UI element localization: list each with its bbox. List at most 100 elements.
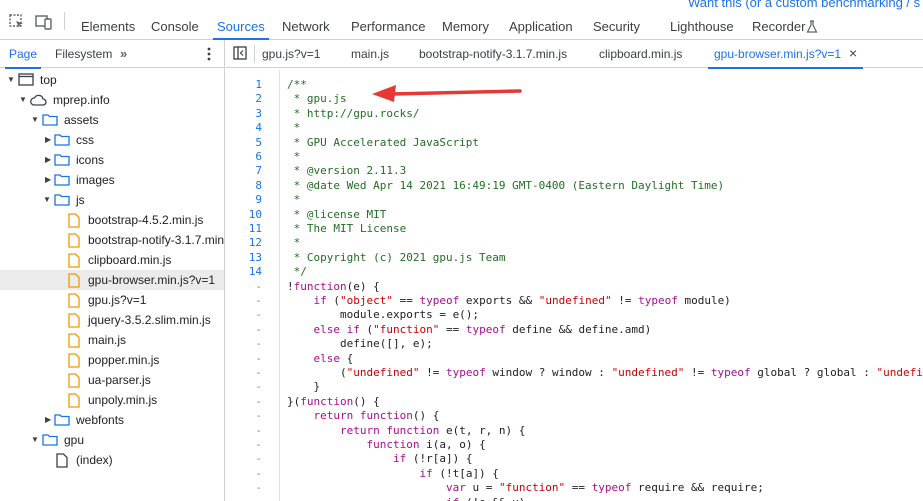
tree-item-file[interactable]: gpu.js?v=1 bbox=[0, 290, 224, 310]
line-number[interactable]: - bbox=[255, 280, 262, 294]
expand-triangle-icon[interactable]: ▼ bbox=[7, 70, 17, 90]
line-number[interactable]: 11 bbox=[249, 222, 262, 236]
line-number[interactable]: - bbox=[255, 452, 262, 466]
line-number[interactable]: - bbox=[255, 366, 262, 380]
tab-application[interactable]: Application bbox=[509, 0, 573, 40]
line-number[interactable]: - bbox=[255, 308, 262, 322]
line-number[interactable]: 6 bbox=[255, 150, 262, 164]
line-number[interactable]: 9 bbox=[255, 193, 262, 207]
code-token: /** bbox=[287, 78, 307, 91]
line-number[interactable]: 5 bbox=[255, 136, 262, 150]
code-token: }( bbox=[287, 394, 301, 408]
editor-tab-clipboard[interactable]: clipboard.min.js bbox=[599, 40, 682, 68]
tree-item-file-selected[interactable]: gpu-browser.min.js?v=1 bbox=[0, 270, 224, 290]
tree-item-folder[interactable]: ▶ images bbox=[0, 170, 224, 190]
line-number[interactable]: - bbox=[255, 481, 262, 495]
line-number[interactable]: 1 bbox=[255, 78, 262, 92]
line-number[interactable]: - bbox=[255, 395, 262, 409]
tree-item-folder[interactable]: ▶ webfonts bbox=[0, 410, 224, 430]
toggle-navigator-icon[interactable] bbox=[233, 46, 247, 60]
tree-item-top[interactable]: ▼ top bbox=[0, 70, 224, 90]
line-number[interactable]: 2 bbox=[255, 92, 262, 106]
tab-sources[interactable]: Sources bbox=[213, 0, 269, 40]
expand-triangle-icon[interactable]: ▼ bbox=[43, 190, 53, 210]
tree-item-label: (index) bbox=[76, 453, 113, 467]
line-number[interactable]: - bbox=[255, 467, 262, 481]
file-icon bbox=[68, 333, 80, 348]
line-number[interactable]: - bbox=[255, 352, 262, 366]
code-token: "undefined" bbox=[611, 366, 685, 379]
folder-icon bbox=[54, 194, 70, 206]
expand-triangle-icon[interactable]: ▼ bbox=[19, 90, 29, 110]
line-number[interactable]: 7 bbox=[255, 164, 262, 178]
line-number-gutter[interactable]: 1234567891011121314---------------- bbox=[225, 70, 280, 501]
tree-item-file[interactable]: bootstrap-4.5.2.min.js bbox=[0, 210, 224, 230]
code-token: function bbox=[293, 279, 347, 293]
tab-page[interactable]: Page bbox=[4, 40, 42, 69]
line-number[interactable]: 14 bbox=[249, 265, 262, 279]
custom-benchmarking-hint[interactable]: Want this (or a custom benchmarking / s bbox=[688, 0, 920, 10]
line-number[interactable]: - bbox=[255, 438, 262, 452]
tab-console[interactable]: Console bbox=[151, 0, 199, 40]
code-line: else { bbox=[287, 352, 354, 366]
tree-item-folder[interactable]: ▼ gpu bbox=[0, 430, 224, 450]
line-number[interactable]: - bbox=[255, 294, 262, 308]
line-number[interactable]: 3 bbox=[255, 107, 262, 121]
code-token: if bbox=[313, 294, 327, 307]
line-number[interactable]: 13 bbox=[249, 251, 262, 265]
tree-item-file[interactable]: unpoly.min.js bbox=[0, 390, 224, 410]
line-number[interactable]: 4 bbox=[255, 121, 262, 135]
expand-triangle-icon[interactable]: ▼ bbox=[31, 110, 41, 130]
code-line: * http://gpu.rocks/ bbox=[287, 106, 420, 121]
device-toolbar-icon[interactable] bbox=[35, 13, 53, 31]
tree-item-domain[interactable]: ▼ mprep.info bbox=[0, 90, 224, 110]
tab-network[interactable]: Network bbox=[282, 0, 330, 40]
more-tabs-icon[interactable]: » bbox=[120, 46, 127, 61]
more-options-icon[interactable] bbox=[206, 46, 212, 62]
tree-item-folder[interactable]: ▶ css bbox=[0, 130, 224, 150]
line-number[interactable]: - bbox=[255, 496, 262, 501]
line-number[interactable]: 8 bbox=[255, 179, 262, 193]
tree-item-folder[interactable]: ▼ js bbox=[0, 190, 224, 210]
tree-item-file[interactable]: clipboard.min.js bbox=[0, 250, 224, 270]
code-token: ( bbox=[326, 294, 340, 307]
tree-item-folder[interactable]: ▶ icons bbox=[0, 150, 224, 170]
line-number[interactable]: - bbox=[255, 323, 262, 337]
tab-memory[interactable]: Memory bbox=[442, 0, 489, 40]
annotation-arrow-icon bbox=[372, 85, 522, 102]
expand-triangle-icon[interactable]: ▼ bbox=[31, 430, 41, 450]
line-number[interactable]: - bbox=[255, 424, 262, 438]
tab-performance[interactable]: Performance bbox=[351, 0, 425, 40]
editor-tab-gpu-js[interactable]: gpu.js?v=1 bbox=[262, 40, 320, 68]
line-number[interactable]: - bbox=[255, 380, 262, 394]
editor-tab-main-js[interactable]: main.js bbox=[351, 40, 389, 68]
line-number[interactable]: - bbox=[255, 409, 262, 423]
code-line: * bbox=[287, 121, 301, 135]
editor-tab-bootstrap-notify[interactable]: bootstrap-notify-3.1.7.min.js bbox=[419, 40, 567, 68]
tree-item-file[interactable]: jquery-3.5.2.slim.min.js bbox=[0, 310, 224, 330]
tree-item-label: top bbox=[40, 73, 57, 87]
code-token: * http://gpu.rocks/ bbox=[287, 106, 420, 120]
line-number[interactable]: 10 bbox=[249, 208, 262, 222]
tree-item-file[interactable]: (index) bbox=[0, 450, 224, 470]
line-number[interactable]: - bbox=[255, 337, 262, 351]
tree-item-file[interactable]: main.js bbox=[0, 330, 224, 350]
tree-item-file[interactable]: ua-parser.js bbox=[0, 370, 224, 390]
code-line: * bbox=[287, 150, 301, 164]
editor-tab-gpu-browser[interactable]: gpu-browser.min.js?v=1 bbox=[707, 40, 864, 69]
tab-filesystem[interactable]: Filesystem bbox=[55, 40, 112, 68]
tab-elements[interactable]: Elements bbox=[81, 0, 135, 40]
tree-item-file[interactable]: bootstrap-notify-3.1.7.min.js bbox=[0, 230, 224, 250]
inspect-element-icon[interactable] bbox=[8, 13, 26, 31]
tree-item-file[interactable]: popper.min.js bbox=[0, 350, 224, 370]
tab-security[interactable]: Security bbox=[593, 0, 640, 40]
tree-item-label: gpu bbox=[64, 433, 85, 447]
tree-item-folder[interactable]: ▼ assets bbox=[0, 110, 224, 130]
code-token: "function" bbox=[498, 481, 566, 495]
cloud-icon bbox=[30, 94, 47, 106]
line-number[interactable]: 12 bbox=[249, 236, 262, 250]
navigator-tabs: Page Filesystem » bbox=[0, 40, 224, 69]
code-editor[interactable]: /** * gpu.js * http://gpu.rocks/ * * GPU… bbox=[287, 70, 923, 501]
close-tab-icon[interactable]: × bbox=[849, 46, 861, 60]
